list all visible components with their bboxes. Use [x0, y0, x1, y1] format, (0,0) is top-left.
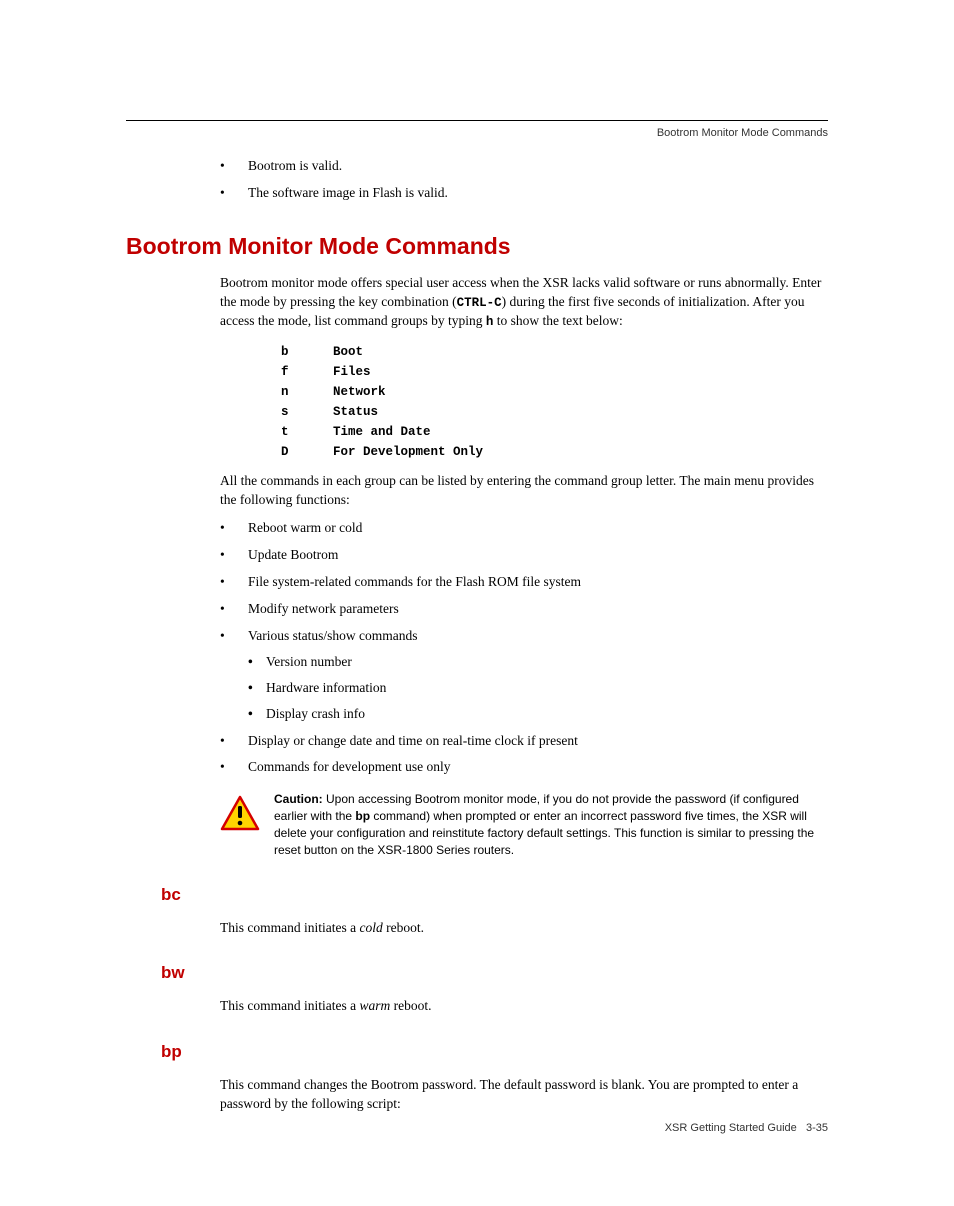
intro-bullet-list: • Bootrom is valid. • The software image… [220, 157, 828, 203]
bullet-text: The software image in Flash is valid. [248, 184, 448, 203]
bw-heading: bw [161, 963, 828, 983]
bullet-text: File system-related commands for the Fla… [248, 573, 581, 592]
bp-heading: bp [161, 1042, 828, 1062]
cmd-label: Files [333, 362, 371, 382]
section-intro-paragraph: Bootrom monitor mode offers special user… [220, 274, 828, 332]
bc-description: This command initiates a cold reboot. [220, 919, 828, 938]
footer-title: XSR Getting Started Guide [665, 1122, 797, 1134]
page-footer: XSR Getting Started Guide 3-35 [665, 1122, 828, 1134]
bullet-text: Display crash info [266, 705, 365, 724]
text-run: to show the text below: [493, 313, 622, 328]
text-italic: cold [359, 920, 382, 935]
bullet-icon: • [248, 705, 266, 724]
list-item: •Reboot warm or cold [220, 519, 828, 538]
cmd-label: For Development Only [333, 442, 483, 462]
text-italic: warm [359, 998, 390, 1013]
bullet-text: Reboot warm or cold [248, 519, 362, 538]
caution-block: Caution: Upon accessing Bootrom monitor … [220, 791, 828, 858]
bp-description: This command changes the Bootrom passwor… [220, 1076, 828, 1114]
list-item: •Display or change date and time on real… [220, 732, 828, 751]
cmd-key: n [281, 382, 333, 402]
list-item: •File system-related commands for the Fl… [220, 573, 828, 592]
cmd-label: Time and Date [333, 422, 431, 442]
cmd-key: t [281, 422, 333, 442]
list-item: •Update Bootrom [220, 546, 828, 565]
cmd-label: Boot [333, 342, 363, 362]
list-item: • The software image in Flash is valid. [220, 184, 828, 203]
bullet-icon: • [220, 758, 248, 777]
table-row: sStatus [281, 402, 828, 422]
bullet-text: Display or change date and time on real-… [248, 732, 578, 751]
bc-heading: bc [161, 885, 828, 905]
bullet-icon: • [220, 546, 248, 565]
cmd-label: Network [333, 382, 386, 402]
bullet-text: Various status/show commands [248, 627, 418, 646]
list-item: • Bootrom is valid. [220, 157, 828, 176]
bullet-text: Version number [266, 653, 352, 672]
table-row: tTime and Date [281, 422, 828, 442]
text-run: This command initiates a [220, 998, 359, 1013]
bullet-icon: • [220, 600, 248, 619]
bullet-text: Hardware information [266, 679, 386, 698]
text-run: reboot. [383, 920, 424, 935]
bullet-icon: • [220, 519, 248, 538]
list-item: •Hardware information [248, 679, 828, 698]
running-header: Bootrom Monitor Mode Commands [126, 127, 828, 139]
bullet-icon: • [248, 679, 266, 698]
text-bold: bp [355, 809, 370, 823]
footer-page-number: 3-35 [806, 1122, 828, 1134]
page-content: Bootrom Monitor Mode Commands • Bootrom … [0, 0, 954, 1114]
cmd-key: s [281, 402, 333, 422]
cmd-key: D [281, 442, 333, 462]
text-run: reboot. [390, 998, 431, 1013]
bullet-icon: • [220, 184, 248, 203]
table-row: bBoot [281, 342, 828, 362]
table-row: nNetwork [281, 382, 828, 402]
bullet-text: Update Bootrom [248, 546, 338, 565]
bullet-icon: • [220, 573, 248, 592]
bullet-icon: • [220, 157, 248, 176]
table-row: fFiles [281, 362, 828, 382]
list-item: •Commands for development use only [220, 758, 828, 777]
list-item: •Modify network parameters [220, 600, 828, 619]
bullet-icon: • [248, 653, 266, 672]
command-key-table: bBoot fFiles nNetwork sStatus tTime and … [281, 342, 828, 462]
bullet-icon: • [220, 627, 248, 646]
bullet-icon: • [220, 732, 248, 751]
bullet-text: Modify network parameters [248, 600, 399, 619]
table-row: DFor Development Only [281, 442, 828, 462]
cmd-key: f [281, 362, 333, 382]
bw-description: This command initiates a warm reboot. [220, 997, 828, 1016]
text-run: This command initiates a [220, 920, 359, 935]
list-item: • Various status/show commands •Version … [220, 627, 828, 724]
cmd-key: b [281, 342, 333, 362]
section-heading: Bootrom Monitor Mode Commands [126, 233, 828, 260]
functions-list: •Reboot warm or cold •Update Bootrom •Fi… [220, 519, 828, 777]
cmd-label: Status [333, 402, 378, 422]
nested-list: •Version number •Hardware information •D… [248, 653, 828, 724]
header-rule [126, 120, 828, 121]
caution-label: Caution: [274, 792, 323, 806]
bullet-text: Bootrom is valid. [248, 157, 342, 176]
list-item: •Display crash info [248, 705, 828, 724]
section-p2: All the commands in each group can be li… [220, 472, 828, 510]
list-item: •Version number [248, 653, 828, 672]
bullet-text: Commands for development use only [248, 758, 450, 777]
caution-text: Caution: Upon accessing Bootrom monitor … [274, 791, 828, 858]
warning-icon [220, 795, 260, 858]
code-inline: CTRL-C [457, 296, 502, 310]
